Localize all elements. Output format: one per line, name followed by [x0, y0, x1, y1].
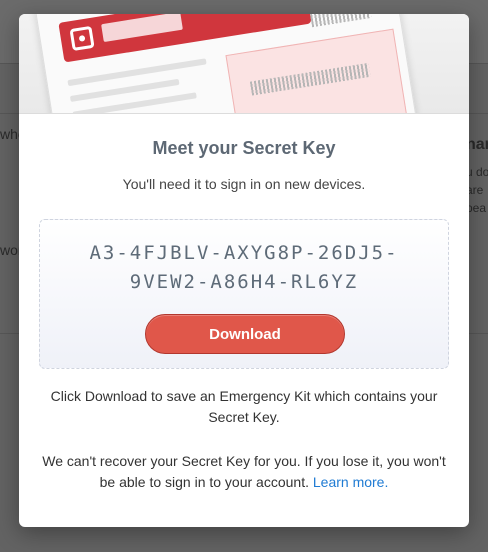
- emergency-kit-logo-icon: [69, 25, 95, 52]
- dialog-subtitle: You'll need it to sign in on new devices…: [122, 176, 366, 192]
- background-text: nar: [466, 136, 488, 153]
- background-text: pea: [466, 201, 487, 215]
- learn-more-link[interactable]: Learn more.: [313, 474, 388, 490]
- secret-key-panel: A3-4FJBLV-AXYG8P-26DJ5- 9VEW2-A86H4-RL6Y…: [39, 219, 449, 369]
- background-text: u do: [466, 165, 488, 179]
- kit-barcode: [309, 14, 372, 28]
- emergency-kit-document: [30, 14, 428, 113]
- secret-key-line-2: 9VEW2-A86H4-RL6YZ: [129, 271, 359, 293]
- secret-key-line-1: A3-4FJBLV-AXYG8P-26DJ5-: [89, 242, 399, 264]
- download-button[interactable]: Download: [145, 314, 345, 354]
- emergency-kit-info: Click Download to save an Emergency Kit …: [50, 388, 438, 425]
- kit-text-line: [67, 58, 207, 87]
- dialog-title: Meet your Secret Key: [152, 138, 336, 158]
- emergency-kit-illustration: [19, 14, 469, 114]
- secret-key-dialog: Meet your Secret Key You'll need it to s…: [19, 14, 469, 527]
- recovery-warning: We can't recover your Secret Key for you…: [39, 451, 449, 493]
